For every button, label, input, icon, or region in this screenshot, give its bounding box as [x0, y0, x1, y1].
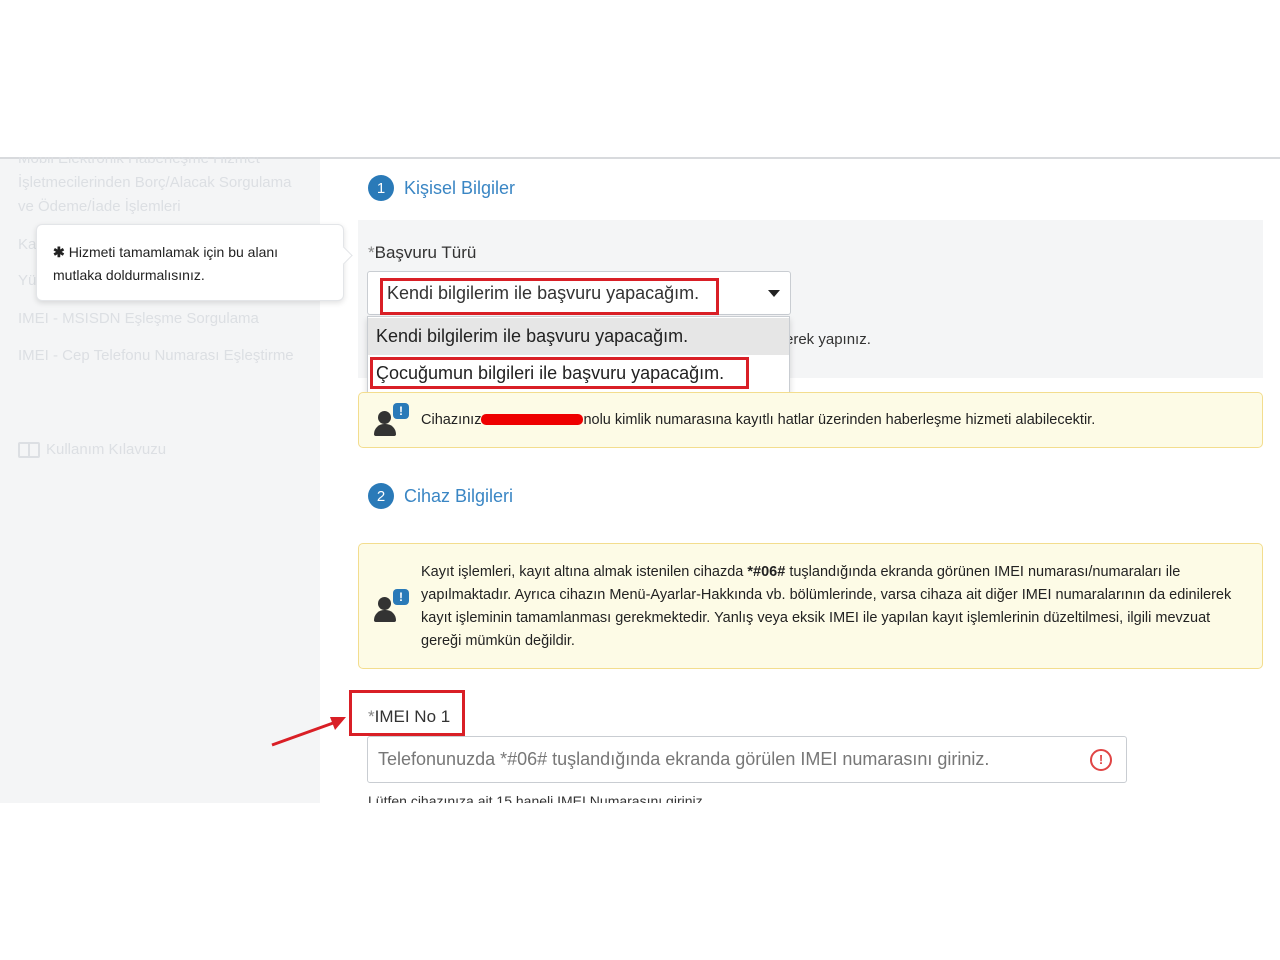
person-info-icon: ! — [374, 403, 414, 439]
sidebar-user-guide-link[interactable]: Kullanım Kılavuzu — [18, 441, 166, 458]
info-alert-identity: ! Cihazınız nolu kimlik numarasına kayıtl… — [358, 392, 1263, 448]
sidebar-item-borc-alacak-top[interactable]: Mobil Elektronik Haberleşme Hizmet — [18, 157, 308, 171]
required-field-tooltip: ✱ Hizmeti tamamlamak için bu alanı mutlak… — [36, 224, 344, 301]
alert-text-end: nolu kimlik numarasına kayıtlı hatlar üz… — [583, 412, 1096, 428]
main-form: 1 Kişisel Bilgiler *Başvuru Türü Kendi b… — [340, 157, 1280, 803]
asterisk-icon: ✱ — [53, 244, 65, 260]
exclamation-bubble-icon: ! — [393, 589, 409, 605]
user-guide-label: Kullanım Kılavuzu — [46, 441, 167, 458]
caret-down-icon — [768, 290, 780, 297]
alert-text: Cihazınız nolu kimlik numarasına kayıtlı … — [421, 409, 1095, 432]
step-number-badge: 1 — [368, 175, 394, 201]
option-own-info[interactable]: Kendi bilgilerim ile başvuru yapacağım. — [368, 318, 789, 355]
exclamation-bubble-icon: ! — [393, 403, 409, 419]
alert-text-start: Kayıt işlemleri, kayıt altına almak iste… — [421, 564, 748, 580]
section-title: Kişisel Bilgiler — [404, 177, 516, 198]
annotation-highlight-imei-label — [349, 690, 465, 736]
annotation-arrow-icon — [271, 717, 346, 747]
imei-input[interactable] — [367, 736, 1127, 783]
annotation-highlight-selected — [380, 278, 719, 315]
application-type-label-text: Başvuru Türü — [374, 243, 477, 262]
sidebar-item-borc-alacak[interactable]: İşletmecilerinden Borç/Alacak Sorgulama … — [18, 171, 308, 219]
imei-hint: Lütfen cihazınıza ait 15 haneli IMEI Num… — [368, 793, 707, 803]
alert-text-start: Cihazınız — [421, 412, 482, 428]
screenshot-crop: Mobil Elektronik Haberleşme Hizmet İşlet… — [0, 157, 1280, 803]
sidebar: Mobil Elektronik Haberleşme Hizmet İşlet… — [0, 157, 344, 803]
step-number-badge: 2 — [368, 483, 394, 509]
application-type-hint: erek yapınız. — [785, 331, 871, 348]
warning-circle-icon: ! — [1090, 749, 1112, 771]
section-title: Cihaz Bilgileri — [404, 485, 514, 506]
alert-text: Kayıt işlemleri, kayıt altına almak iste… — [421, 561, 1251, 653]
annotation-highlight-child-option — [370, 357, 749, 389]
book-icon — [18, 441, 40, 458]
info-alert-imei: ! Kayıt işlemleri, kayıt altına almak is… — [358, 543, 1263, 669]
sidebar-item-imei-cep[interactable]: IMEI - Cep Telefonu Numarası Eşleştirme — [18, 344, 308, 368]
person-info-icon: ! — [374, 589, 414, 625]
sidebar-item-imei-msisdn[interactable]: IMEI - MSISDN Eşleşme Sorgulama — [18, 307, 308, 331]
section-header-device: 2 Cihaz Bilgileri — [368, 483, 513, 509]
redaction-mark — [481, 413, 584, 425]
section-header-personal: 1 Kişisel Bilgiler — [368, 175, 515, 201]
application-type-label: *Başvuru Türü — [368, 243, 476, 263]
alert-code: *#06# — [747, 564, 786, 580]
tooltip-text: Hizmeti tamamlamak için bu alanı mutlaka… — [53, 244, 279, 283]
required-asterisk: * — [368, 243, 375, 262]
